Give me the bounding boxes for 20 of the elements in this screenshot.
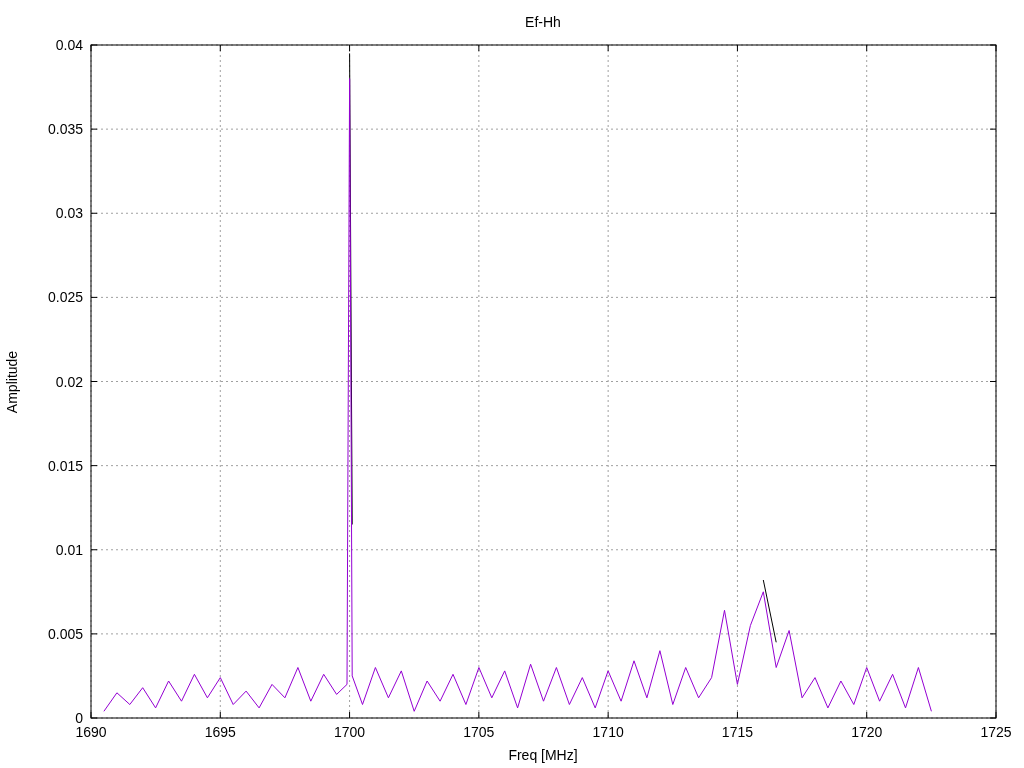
chart-title: Ef-Hh [525, 14, 561, 30]
x-tick-label: 1715 [721, 724, 753, 740]
x-tick-label: 1720 [851, 724, 883, 740]
y-tick-label: 0 [75, 710, 83, 726]
y-tick-label: 0.01 [55, 541, 83, 558]
y-tick-label: 0.015 [47, 457, 83, 474]
y-tick-label: 0.04 [55, 37, 83, 53]
x-tick-label: 1705 [463, 724, 495, 740]
y-tick-label: 0.03 [55, 205, 83, 222]
x-tick-label: 1725 [980, 724, 1012, 740]
y-tick-label: 0.005 [47, 625, 83, 642]
y-tick-label: 0.035 [47, 121, 83, 138]
x-tick-label: 1695 [204, 724, 236, 740]
y-tick-label: 0.02 [55, 373, 83, 390]
x-tick-label: 1700 [334, 724, 366, 740]
y-tick-label: 0.025 [47, 289, 83, 306]
y-axis-label: Amplitude [4, 350, 20, 414]
x-axis-label: Freq [MHz] [508, 747, 578, 763]
x-tick-label: 1710 [592, 724, 624, 740]
x-tick-label: 1690 [75, 724, 107, 740]
